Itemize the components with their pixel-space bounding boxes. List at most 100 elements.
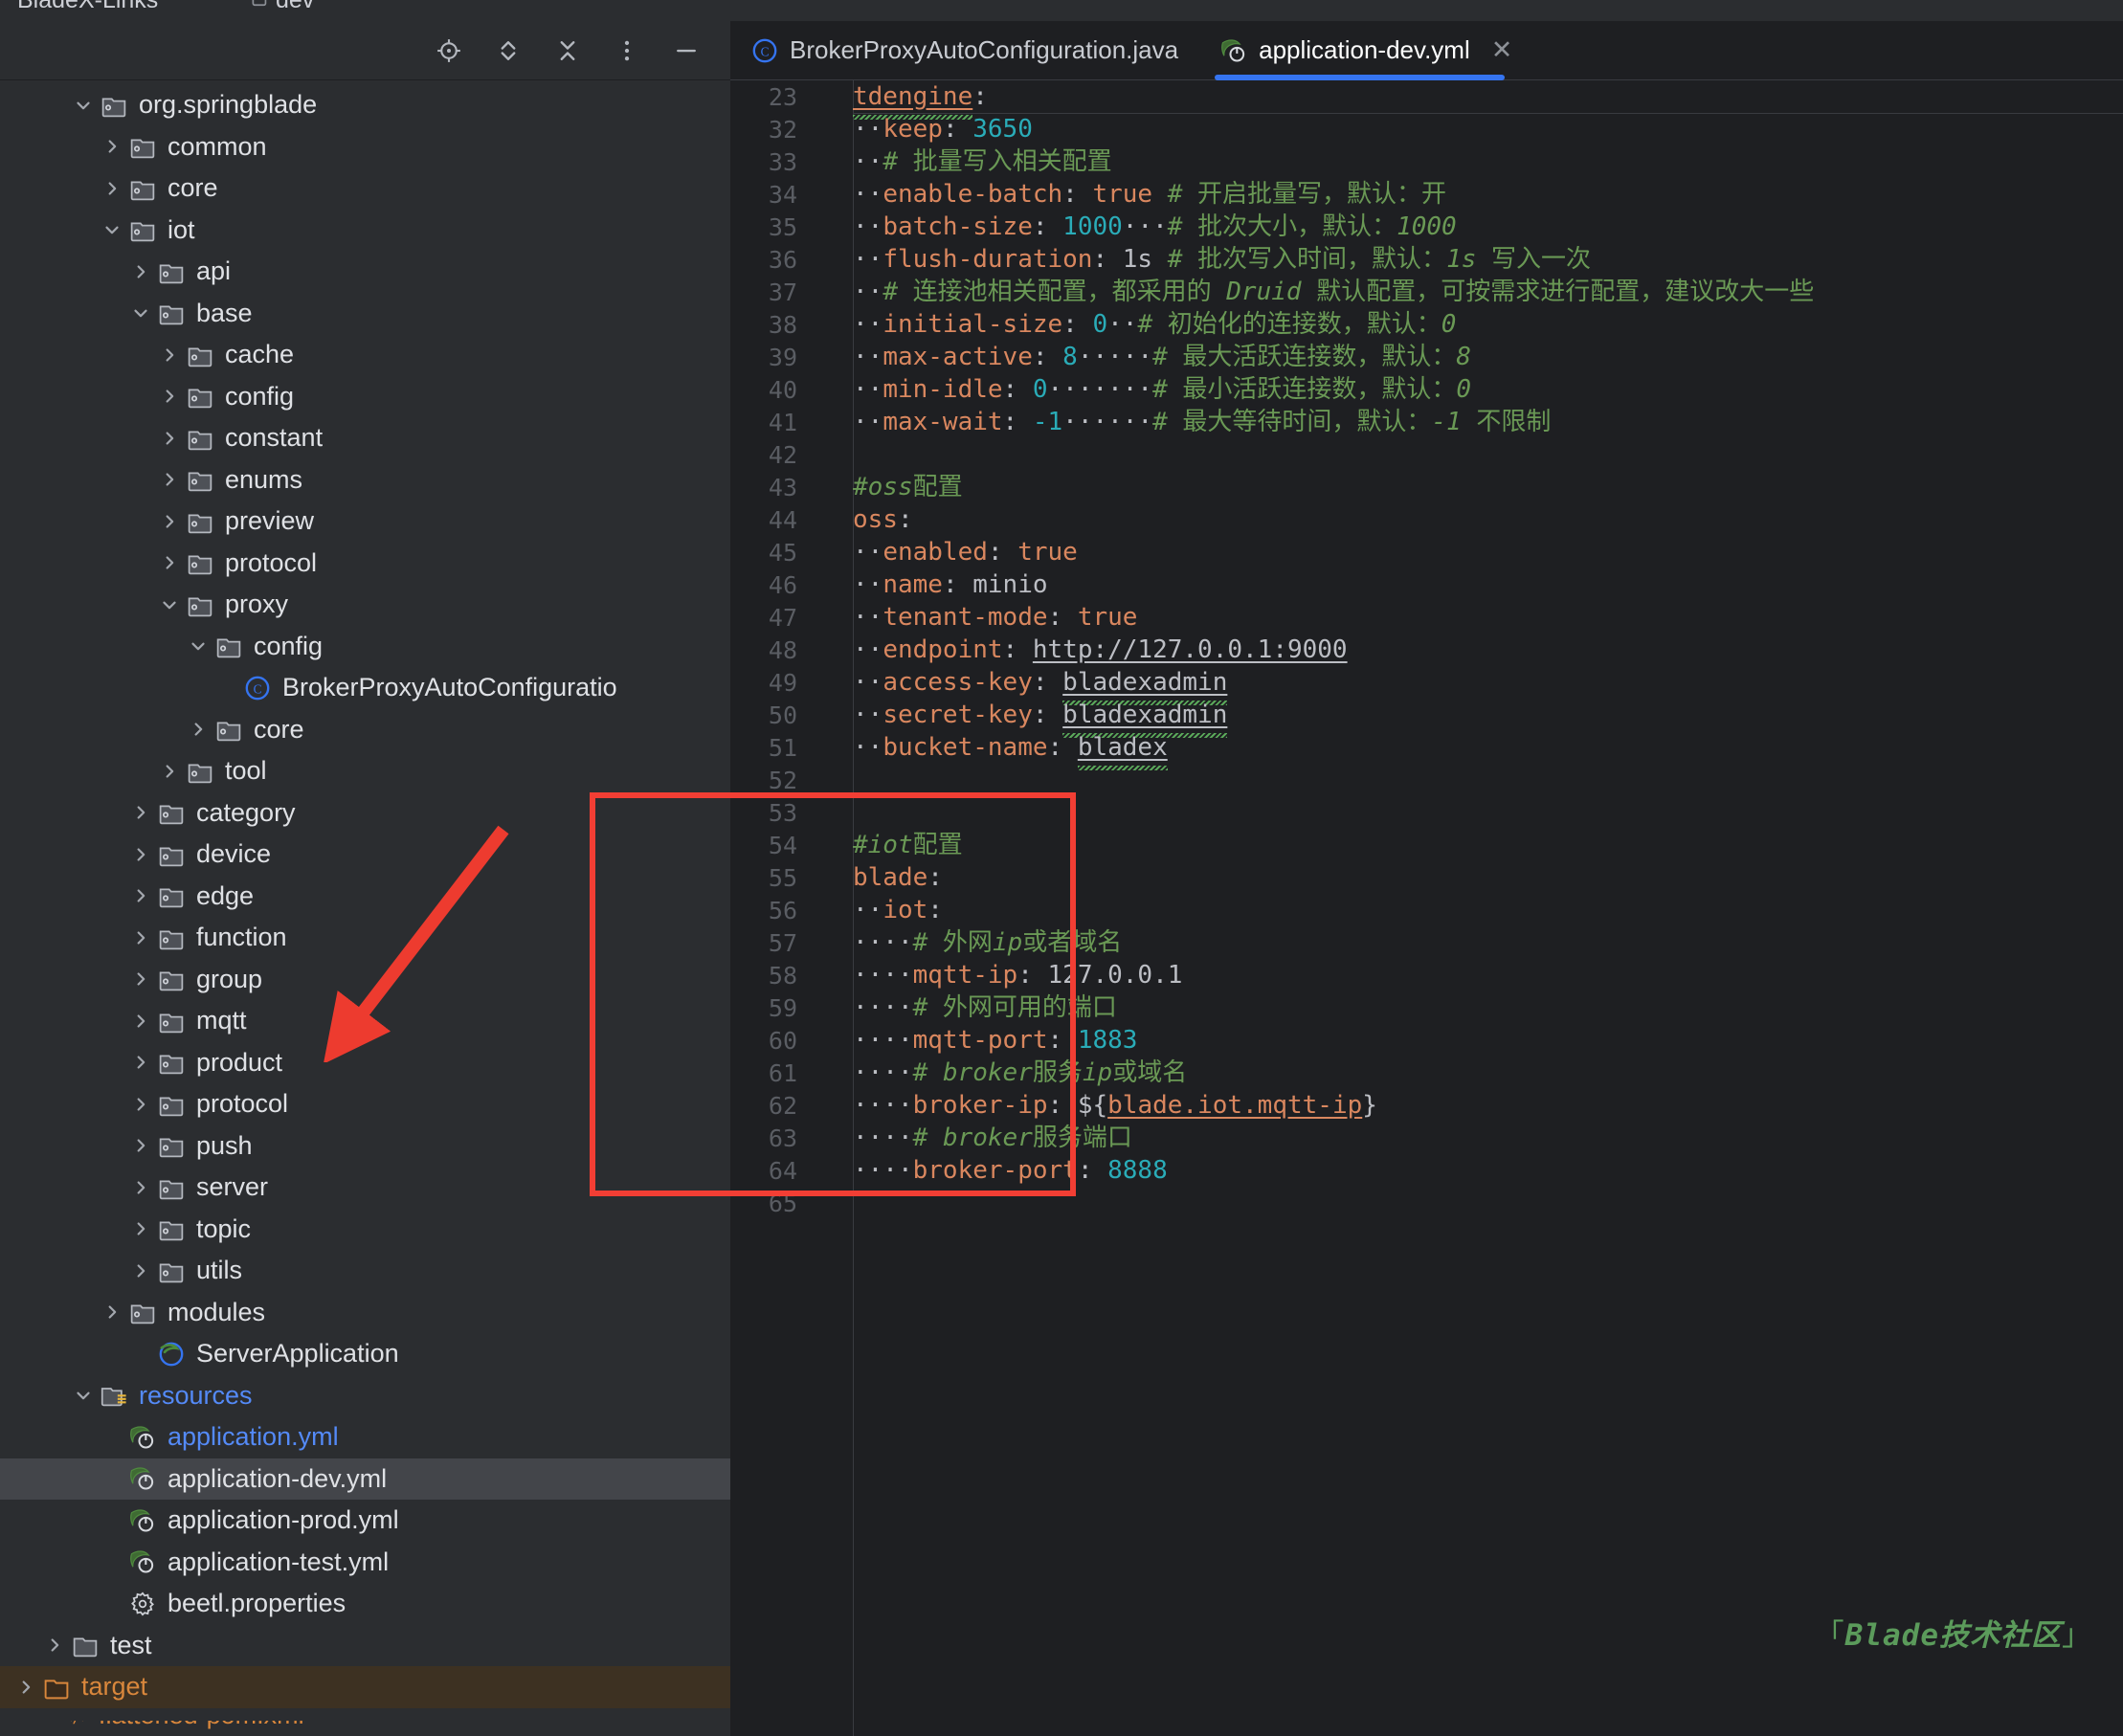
tree-node-test[interactable]: test <box>0 1625 730 1667</box>
code-line[interactable]: 52 <box>730 764 2123 796</box>
tree-node-device[interactable]: device <box>0 834 730 876</box>
tree-node-category[interactable]: category <box>0 792 730 835</box>
tree-node-protocol[interactable]: protocol <box>0 543 730 585</box>
code-line[interactable]: 48 ··endpoint: http://127.0.0.1:9000 <box>730 634 2123 666</box>
chevron-right-icon[interactable] <box>126 1135 155 1156</box>
expand-collapse-icon[interactable] <box>489 32 527 70</box>
tree-node-proxy[interactable]: proxy <box>0 584 730 626</box>
editor-tab-bar[interactable]: C BrokerProxyAutoConfiguration.java applic… <box>730 21 2123 80</box>
code-line[interactable]: 32 ··keep: 3650 <box>730 113 2123 145</box>
chevron-right-icon[interactable] <box>126 885 155 906</box>
code-line[interactable]: 56 ··iot: <box>730 894 2123 926</box>
tree-node-function[interactable]: function <box>0 917 730 959</box>
tree-node-target[interactable]: target <box>0 1666 730 1708</box>
chevron-right-icon[interactable] <box>126 1177 155 1198</box>
tree-node-group[interactable]: group <box>0 959 730 1001</box>
chevron-right-icon[interactable] <box>155 511 184 532</box>
code-line[interactable]: 33 ··# 批量写入相关配置 <box>730 145 2123 178</box>
chevron-right-icon[interactable] <box>126 968 155 990</box>
chevron-right-icon[interactable] <box>126 1011 155 1032</box>
tree-node-utils[interactable]: utils <box>0 1250 730 1292</box>
code-line[interactable]: 43 #oss配置 <box>730 471 2123 503</box>
chevron-down-icon[interactable] <box>126 302 155 323</box>
chevron-right-icon[interactable] <box>98 178 126 199</box>
code-line[interactable]: 41 ··max-wait: -1······# 最大等待时间，默认：-1 不限制 <box>730 406 2123 438</box>
code-line[interactable]: 59 ····# 外网可用的端口 <box>730 991 2123 1024</box>
tree-node-resources[interactable]: resources <box>0 1375 730 1417</box>
code-line[interactable]: 61 ····# broker服务ip或域名 <box>730 1057 2123 1089</box>
code-line[interactable]: 44 oss: <box>730 503 2123 536</box>
tree-node-protocol[interactable]: protocol <box>0 1083 730 1125</box>
chevron-right-icon[interactable] <box>126 844 155 865</box>
chevron-right-icon[interactable] <box>126 261 155 282</box>
chevron-right-icon[interactable] <box>126 1218 155 1239</box>
tree-node-edge[interactable]: edge <box>0 876 730 918</box>
code-line[interactable]: 63 ····# broker服务端口 <box>730 1122 2123 1154</box>
chevron-right-icon[interactable] <box>126 802 155 823</box>
code-line[interactable]: 50 ··secret-key: bladexadmin <box>730 699 2123 731</box>
chevron-right-icon[interactable] <box>155 345 184 366</box>
tree-node-mqtt[interactable]: mqtt <box>0 1000 730 1042</box>
tree-node-iot[interactable]: iot <box>0 210 730 252</box>
chevron-down-icon[interactable] <box>69 1385 98 1406</box>
code-line[interactable]: 57 ····# 外网ip或者域名 <box>730 926 2123 959</box>
breadcrumb-project[interactable]: BladeX-Links <box>17 0 158 14</box>
tree-node-base[interactable]: base <box>0 293 730 335</box>
tree-node-topic[interactable]: topic <box>0 1209 730 1251</box>
chevron-down-icon[interactable] <box>98 219 126 240</box>
code-line[interactable]: 64 ····broker-port: 8888 <box>730 1154 2123 1187</box>
chevron-right-icon[interactable] <box>155 761 184 782</box>
chevron-right-icon[interactable] <box>40 1635 69 1656</box>
code-line[interactable]: 65 <box>730 1187 2123 1219</box>
tree-node-server[interactable]: server <box>0 1167 730 1209</box>
more-options-icon[interactable] <box>608 32 646 70</box>
chevron-down-icon[interactable] <box>69 95 98 116</box>
editor-tab-brokerproxyautoconfiguration-java[interactable]: C BrokerProxyAutoConfiguration.java <box>730 21 1199 79</box>
chevron-down-icon[interactable] <box>184 635 212 657</box>
code-line[interactable]: 62 ····broker-ip: ${blade.iot.mqtt-ip} <box>730 1089 2123 1122</box>
code-editor[interactable]: 23 tdengine: 32 ··keep: 3650 33 ··# 批量写入相关配置 3… <box>730 80 2123 1736</box>
tree-node-beetl-properties[interactable]: beetl.properties <box>0 1583 730 1625</box>
tree-node-org-springblade[interactable]: org.springblade <box>0 84 730 126</box>
tree-node-application-dev-yml[interactable]: application-dev.yml <box>0 1458 730 1500</box>
tree-node-application-yml[interactable]: application.yml <box>0 1416 730 1458</box>
code-line[interactable]: 45 ··enabled: true <box>730 536 2123 568</box>
tree-node-product[interactable]: product <box>0 1042 730 1084</box>
tree-node-cache[interactable]: cache <box>0 334 730 376</box>
tree-node-config[interactable]: config <box>0 626 730 668</box>
tree-node-modules[interactable]: modules <box>0 1292 730 1334</box>
tree-node-application-prod-yml[interactable]: application-prod.yml <box>0 1500 730 1542</box>
chevron-right-icon[interactable] <box>155 386 184 407</box>
chevron-right-icon[interactable] <box>126 1052 155 1073</box>
editor-tab-application-dev-yml[interactable]: application-dev.yml ✕ <box>1199 21 1533 80</box>
collapse-all-icon[interactable] <box>548 32 587 70</box>
list-item[interactable]: </> flattened-pom.xml <box>0 1721 730 1736</box>
chevron-right-icon[interactable] <box>11 1677 40 1698</box>
code-line[interactable]: 55 blade: <box>730 861 2123 894</box>
code-line[interactable]: 46 ··name: minio <box>730 568 2123 601</box>
code-line[interactable]: 49 ··access-key: bladexadmin <box>730 666 2123 699</box>
tree-node-brokerproxyautoconfiguratio[interactable]: C BrokerProxyAutoConfiguratio <box>0 667 730 709</box>
chevron-right-icon[interactable] <box>126 927 155 948</box>
project-tree[interactable]: org.springblade common core iot api base cache… <box>0 80 730 1736</box>
code-line[interactable]: 39 ··max-active: 8·····# 最大活跃连接数，默认：8 <box>730 341 2123 373</box>
code-line[interactable]: 34 ··enable-batch: true # 开启批量写，默认：开 <box>730 178 2123 211</box>
hide-panel-icon[interactable] <box>667 32 705 70</box>
tree-node-preview[interactable]: preview <box>0 501 730 543</box>
tree-node-enums[interactable]: enums <box>0 459 730 501</box>
code-line[interactable]: 37 ··# 连接池相关配置，都采用的 Druid 默认配置，可按需求进行配置，建… <box>730 276 2123 308</box>
code-line[interactable]: 42 <box>730 438 2123 471</box>
code-line[interactable]: 23 tdengine: <box>730 80 2123 113</box>
locate-file-icon[interactable] <box>430 32 468 70</box>
tree-node-api[interactable]: api <box>0 251 730 293</box>
tree-node-serverapplication[interactable]: ServerApplication <box>0 1333 730 1375</box>
chevron-right-icon[interactable] <box>184 719 212 740</box>
chevron-right-icon[interactable] <box>98 136 126 157</box>
code-line[interactable]: 53 <box>730 796 2123 829</box>
close-tab-icon[interactable]: ✕ <box>1491 37 1513 63</box>
code-line[interactable]: 47 ··tenant-mode: true <box>730 601 2123 634</box>
code-line[interactable]: 35 ··batch-size: 1000···# 批次大小，默认：1000 <box>730 211 2123 243</box>
tree-node-common[interactable]: common <box>0 126 730 168</box>
chevron-right-icon[interactable] <box>155 469 184 490</box>
tree-node-constant[interactable]: constant <box>0 417 730 459</box>
